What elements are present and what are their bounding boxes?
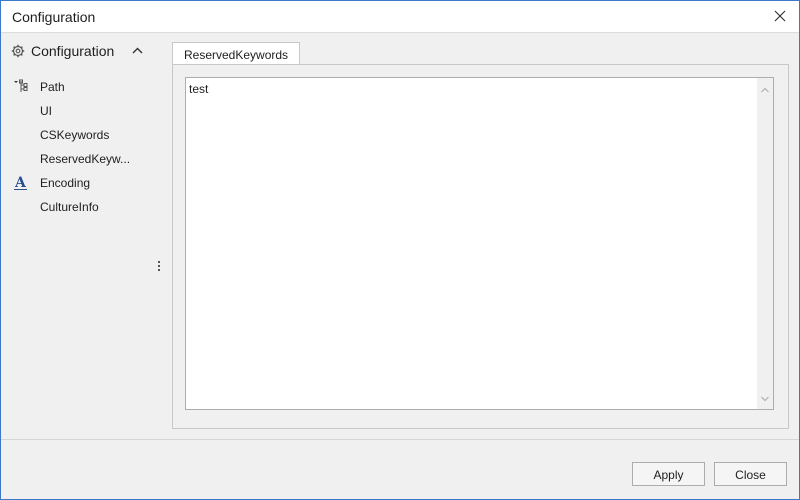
navigation-pane: Configuration Path UI CSKeywords Reserve… — [1, 33, 169, 439]
window-title: Configuration — [12, 9, 96, 25]
nav-group-title: Configuration — [31, 43, 115, 59]
tree-path-icon — [13, 79, 29, 95]
nav-item-label: Encoding — [40, 176, 91, 190]
tab-label: ReservedKeywords — [184, 48, 289, 62]
nav-item-ui[interactable]: UI — [11, 101, 136, 121]
gear-icon — [11, 44, 25, 61]
title-bar[interactable]: Configuration — [1, 1, 799, 33]
apply-button[interactable]: Apply — [632, 462, 705, 486]
footer-divider — [1, 439, 799, 440]
nav-group-header[interactable]: Configuration — [11, 42, 151, 62]
nav-item-label: ReservedKeyw... — [40, 152, 131, 166]
vertical-scrollbar[interactable] — [757, 78, 773, 409]
nav-item-label: CSKeywords — [40, 128, 110, 142]
nav-item-cultureinfo[interactable]: CultureInfo — [11, 197, 136, 217]
configuration-dialog: Configuration Configuration Path UI CSKe… — [0, 0, 800, 500]
font-a-icon: A — [13, 175, 29, 191]
nav-item-path[interactable]: Path — [11, 77, 136, 97]
nav-item-reservedkeywords[interactable]: ReservedKeyw... — [11, 149, 136, 169]
editor-text: test — [189, 82, 209, 96]
splitter-grip-icon[interactable] — [158, 261, 161, 275]
nav-item-label: CultureInfo — [40, 200, 99, 214]
scroll-up-icon[interactable] — [761, 82, 769, 96]
nav-item-label: UI — [40, 104, 52, 118]
reserved-keywords-editor[interactable]: test — [185, 77, 774, 410]
svg-text:A: A — [14, 175, 27, 191]
nav-item-cskeywords[interactable]: CSKeywords — [11, 125, 136, 145]
nav-item-label: Path — [40, 80, 65, 94]
scroll-down-icon[interactable] — [761, 391, 769, 405]
close-window-icon[interactable] — [771, 7, 789, 25]
close-button[interactable]: Close — [714, 462, 787, 486]
chevron-up-icon[interactable] — [132, 45, 143, 59]
tab-reservedkeywords[interactable]: ReservedKeywords — [172, 42, 300, 65]
nav-item-encoding[interactable]: A Encoding — [11, 173, 136, 193]
